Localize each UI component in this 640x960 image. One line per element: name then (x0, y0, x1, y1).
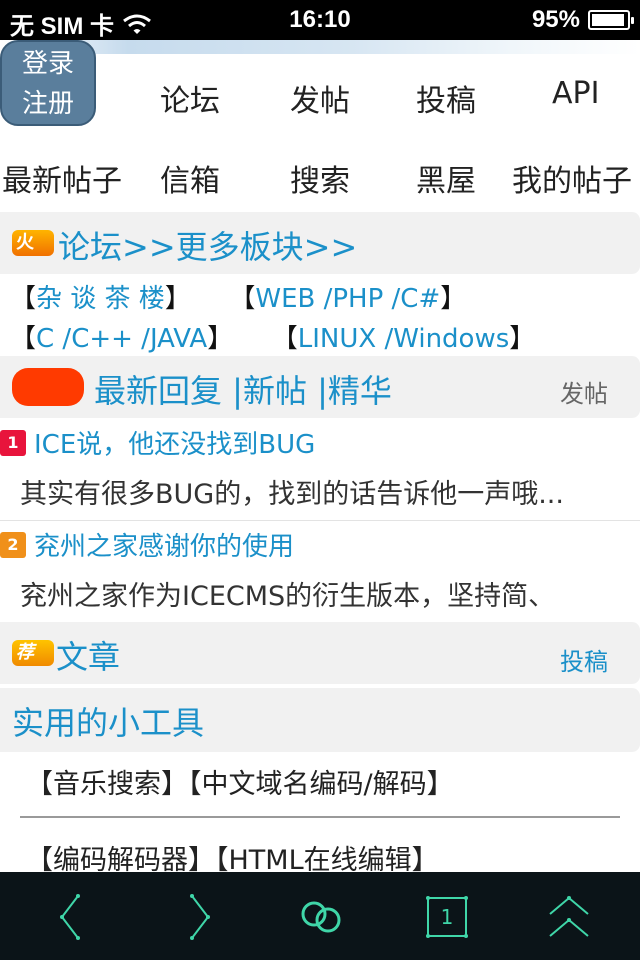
status-bar: 无 SIM 卡 16:10 95% (0, 0, 640, 40)
login-label[interactable]: 登录 (2, 44, 94, 84)
articles-title[interactable]: 文章 (56, 632, 120, 678)
divider (20, 816, 620, 818)
forum-more-boards-link[interactable]: 论坛>>更多板块>> (58, 222, 357, 268)
post-excerpt: 兖州之家作为ICECMS的衍生版本，坚持简、 (20, 581, 556, 612)
rank-badge-icon: 2 (0, 531, 26, 558)
register-label[interactable]: 注册 (2, 84, 94, 124)
post-title[interactable]: ICE说，他还没找到BUG (34, 424, 315, 461)
battery-percent: 95% (531, 6, 580, 33)
status-right: 95% (531, 6, 634, 34)
post-item-2-title-row[interactable]: 2 兖州之家感谢你的使用 (0, 526, 294, 563)
board-link-teahouse[interactable]: 杂 谈 茶 楼 (36, 284, 165, 314)
post-excerpt: 其实有很多BUG的，找到的话告诉他一声哦... (20, 479, 564, 510)
post-title[interactable]: 兖州之家感谢你的使用 (34, 526, 294, 563)
forward-icon[interactable] (172, 890, 226, 944)
login-register-button[interactable]: 登录 注册 (0, 40, 96, 126)
tools-section-header: 实用的小工具 (0, 688, 640, 752)
board-links-row-1: 【杂 谈 茶 楼】 【WEB /PHP /C#】 (10, 284, 467, 314)
back-icon[interactable] (44, 890, 98, 944)
board-links-row-2: 【C /C++ /JAVA】 【LINUX /Windows】 (10, 324, 536, 354)
more-icon[interactable] (542, 890, 596, 944)
tools-title: 实用的小工具 (12, 704, 205, 742)
divider (0, 520, 640, 521)
tab-count: 1 (441, 905, 454, 929)
nav-my-posts-link[interactable]: 我的帖子 (512, 156, 632, 200)
board-link-web[interactable]: WEB /PHP /C# (255, 284, 440, 314)
nav-inbox-link[interactable]: 信箱 (160, 156, 220, 200)
hot-icon (12, 368, 84, 406)
tools-row-1[interactable]: 【音乐搜索】【中文域名编码/解码】 (26, 762, 454, 801)
header-decoration (0, 40, 640, 54)
rank-badge-icon: 1 (0, 429, 26, 456)
board-link-linux[interactable]: LINUX /Windows (298, 324, 510, 354)
recommend-icon: 荐 (12, 640, 54, 666)
nav-api-link[interactable]: API (552, 76, 599, 111)
browser-toolbar: 1 (0, 872, 640, 960)
post-item-1-title-row[interactable]: 1 ICE说，他还没找到BUG (0, 424, 315, 461)
nav-blackhouse-link[interactable]: 黑屋 (416, 156, 476, 200)
battery-fill (592, 14, 624, 26)
hot-new-post-link[interactable]: 发帖 (560, 374, 608, 409)
nav-submit-link[interactable]: 投稿 (416, 76, 476, 120)
menu-icon[interactable] (294, 890, 348, 944)
nav-latest-posts-link[interactable]: 最新帖子 (2, 156, 122, 200)
battery-icon (588, 10, 634, 30)
forum-section-header: 火 论坛>>更多板块>> (0, 212, 640, 274)
articles-submit-link[interactable]: 投稿 (560, 642, 608, 677)
hot-tabs[interactable]: 最新回复 |新帖 |精华 (94, 366, 392, 412)
board-link-c-java[interactable]: C /C++ /JAVA (36, 324, 207, 354)
fire-icon: 火 (12, 230, 54, 256)
tabs-icon[interactable]: 1 (420, 890, 474, 944)
hot-section-header: 最新回复 |新帖 |精华 发帖 (0, 356, 640, 418)
articles-section-header: 荐 文章 投稿 (0, 622, 640, 684)
nav-forum-link[interactable]: 论坛 (160, 76, 220, 120)
nav-search-link[interactable]: 搜索 (290, 156, 350, 200)
nav-new-post-link[interactable]: 发帖 (290, 76, 350, 120)
top-navigation: 登录 注册 论坛 发帖 投稿 API 最新帖子 信箱 搜索 黑屋 我的帖子 (0, 40, 640, 210)
